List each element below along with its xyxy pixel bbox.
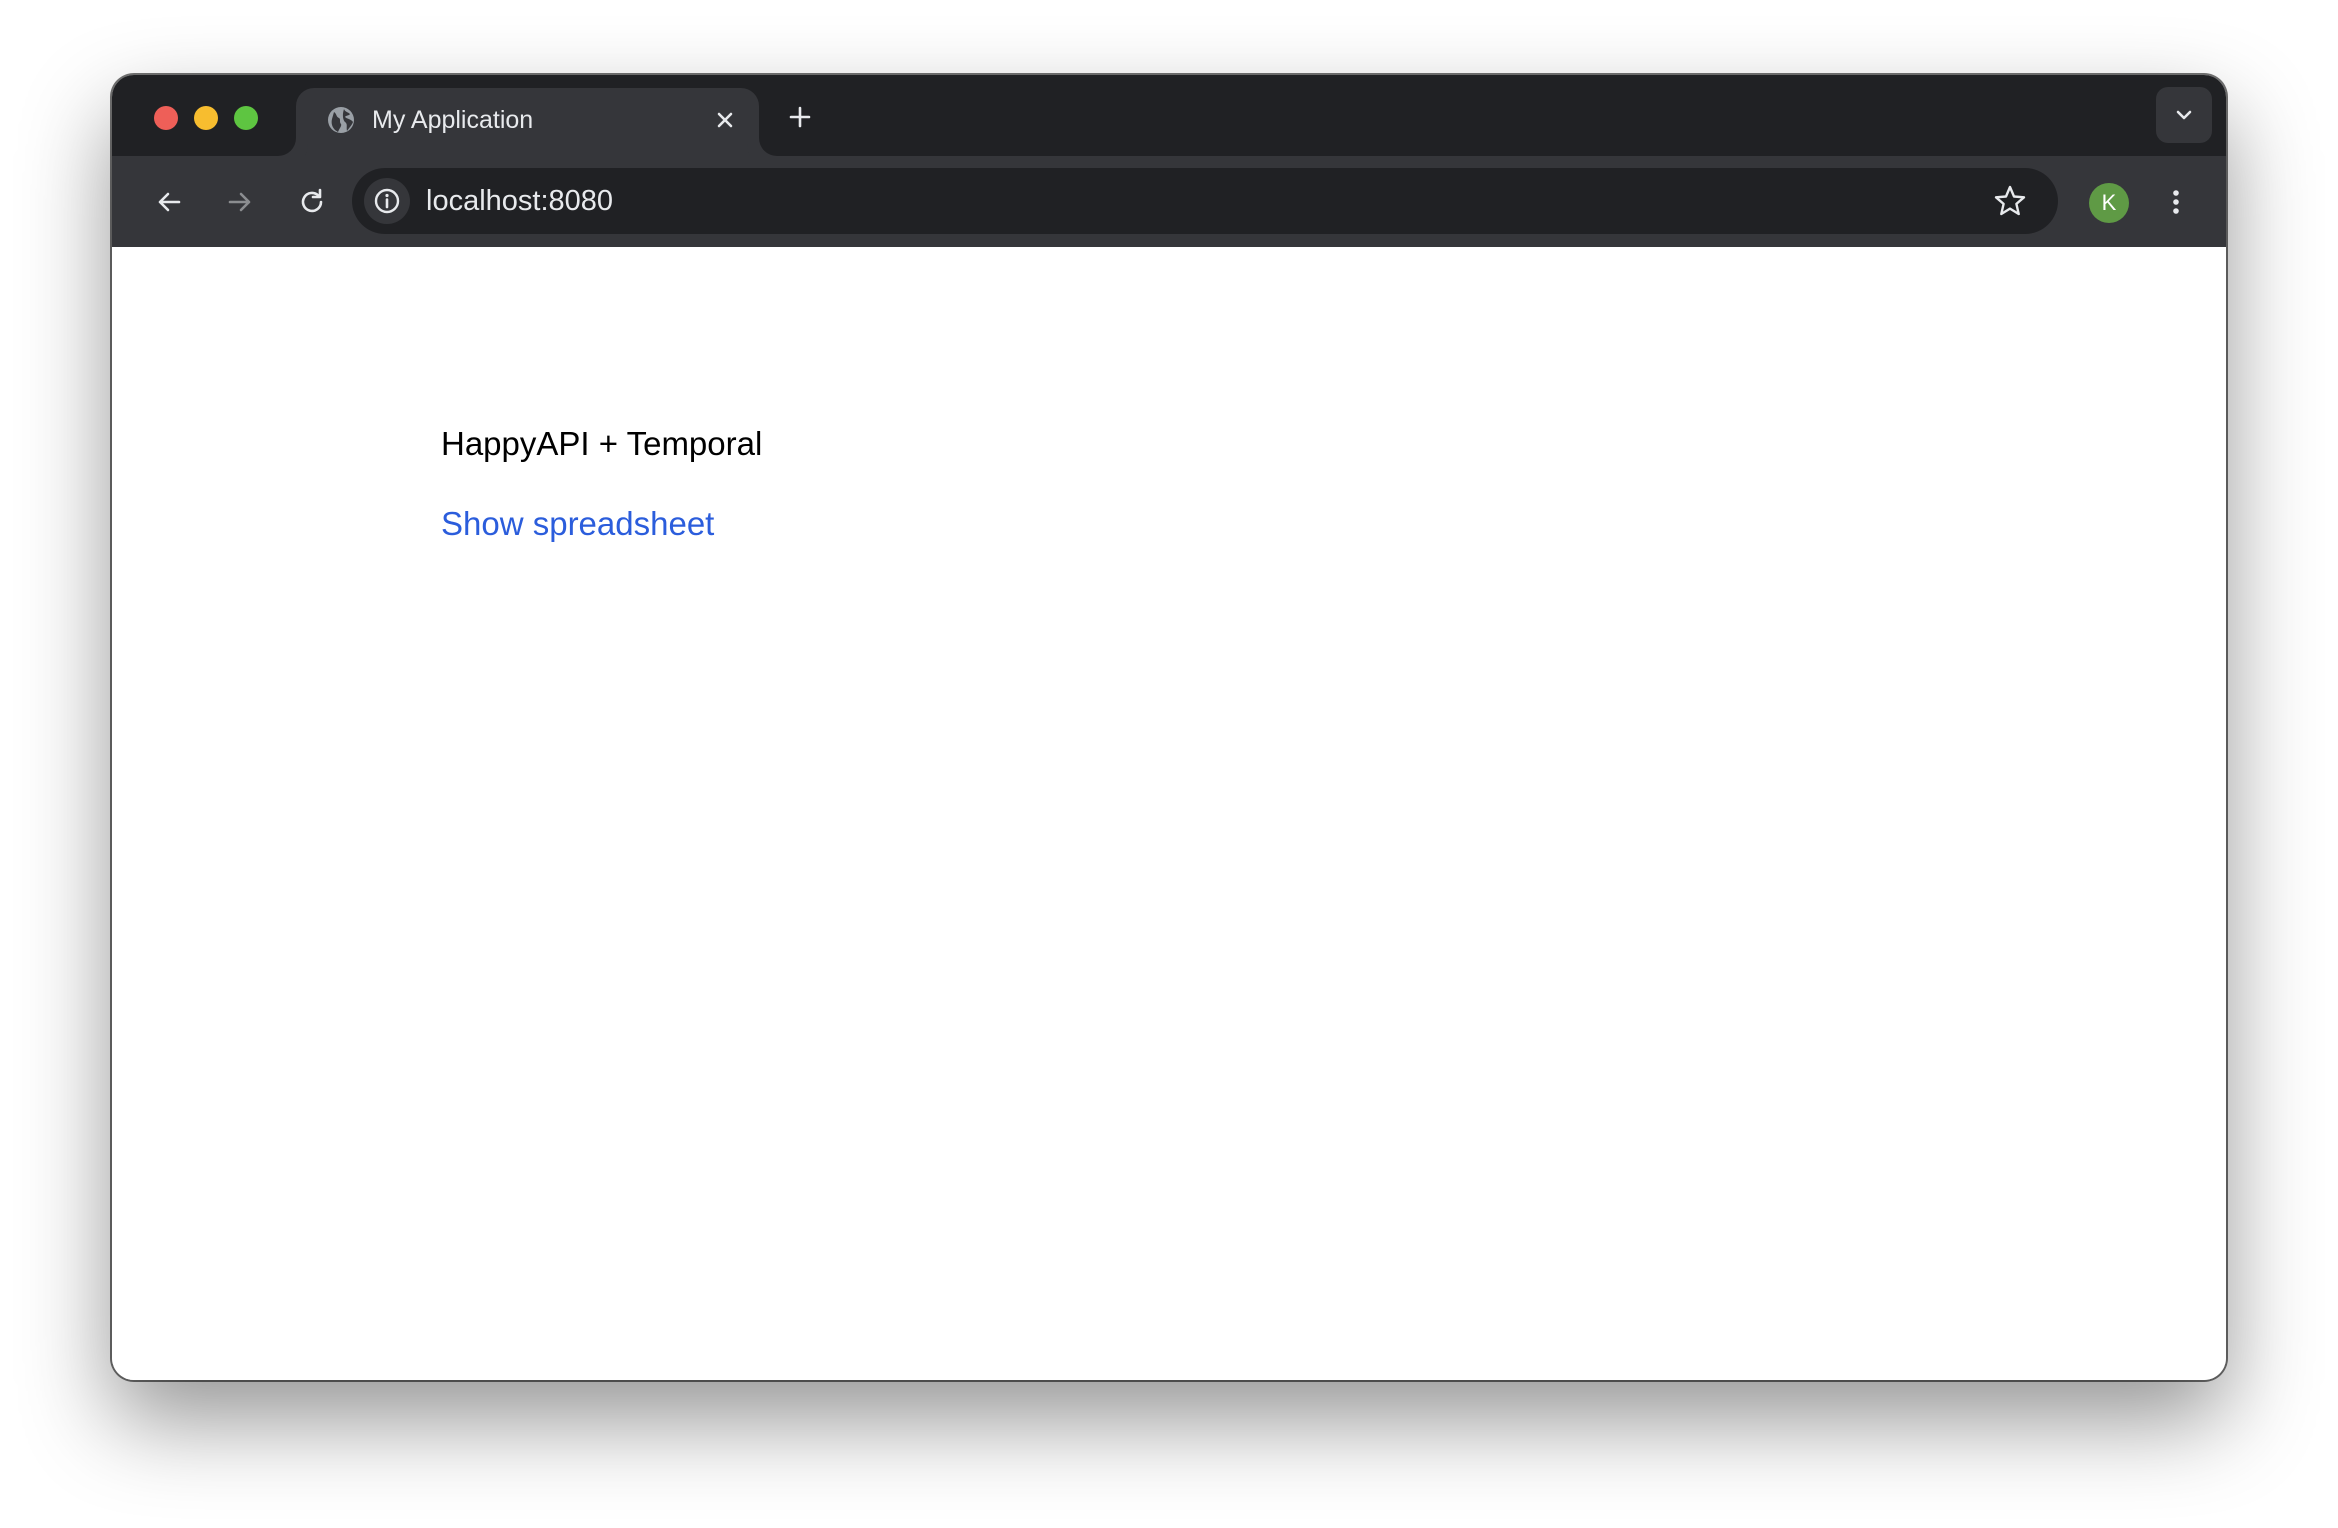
close-icon[interactable] (709, 104, 741, 136)
page-title: HappyAPI + Temporal (441, 425, 763, 462)
browser-window: My Application localhost:8080 K (112, 75, 2226, 1380)
star-icon[interactable] (1992, 183, 2028, 219)
plus-icon[interactable] (782, 99, 818, 135)
tab-strip: My Application (112, 75, 2226, 156)
address-bar[interactable]: localhost:8080 (352, 168, 2058, 234)
arrow-right-icon (228, 192, 251, 212)
profile-avatar[interactable]: K (2089, 183, 2129, 223)
maximize-window-button[interactable] (234, 106, 258, 130)
reload-button[interactable] (290, 180, 334, 224)
minimize-window-button[interactable] (194, 106, 218, 130)
forward-button[interactable] (218, 180, 262, 224)
close-window-button[interactable] (154, 106, 178, 130)
globe-icon (326, 105, 356, 135)
arrow-left-icon (158, 192, 181, 212)
reload-icon (301, 188, 323, 213)
chevron-down-icon (2176, 110, 2192, 120)
kebab-menu-icon (2173, 190, 2179, 214)
tab-search-button[interactable] (2156, 87, 2212, 143)
info-icon (374, 188, 400, 214)
back-button[interactable] (147, 180, 191, 224)
site-info-button[interactable] (364, 178, 410, 224)
page-viewport (112, 247, 2226, 1380)
url-text[interactable]: localhost:8080 (426, 182, 613, 220)
show-spreadsheet-link[interactable]: Show spreadsheet (441, 502, 714, 546)
tab-my-application[interactable]: My Application (296, 88, 759, 156)
browser-toolbar: localhost:8080 K (112, 156, 2226, 247)
browser-menu-button[interactable] (2154, 180, 2198, 224)
tab-title: My Application (372, 106, 534, 134)
